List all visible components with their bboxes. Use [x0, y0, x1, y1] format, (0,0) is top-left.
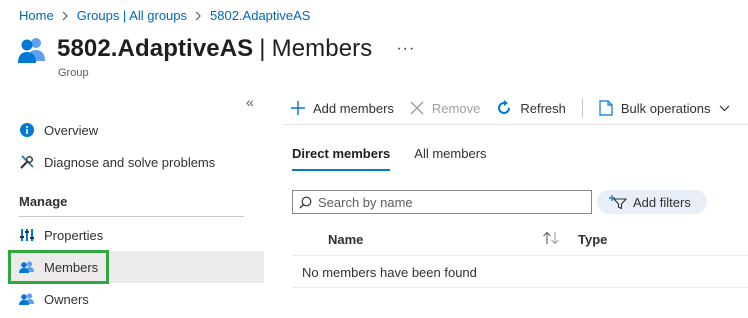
- document-icon: [599, 100, 613, 116]
- column-header-name[interactable]: Name: [328, 232, 363, 247]
- refresh-label: Refresh: [520, 100, 566, 116]
- toolbar-divider: [581, 98, 583, 118]
- refresh-button[interactable]: Refresh: [496, 100, 566, 116]
- more-options-button[interactable]: ···: [396, 40, 415, 58]
- tab-direct-members[interactable]: Direct members: [292, 146, 391, 171]
- sidebar-item-owners[interactable]: Owners: [8, 283, 264, 315]
- toolbar-rule: [284, 124, 748, 125]
- add-filters-label: Add filters: [633, 194, 691, 210]
- group-icon: [17, 34, 47, 64]
- owners-icon: [18, 290, 36, 308]
- add-members-label: Add members: [313, 100, 394, 116]
- chevron-right-icon: [195, 11, 202, 21]
- command-bar: Add members Remove Refresh Bulk operatio…: [291, 96, 746, 120]
- page-title: 5802.AdaptiveAS | Members: [57, 35, 373, 62]
- info-icon: [18, 121, 36, 139]
- sidebar-item-diagnose[interactable]: Diagnose and solve problems: [8, 146, 264, 178]
- remove-button[interactable]: Remove: [410, 101, 480, 116]
- page-header: 5802.AdaptiveAS | Members ···: [17, 34, 415, 64]
- sidebar-item-label: Overview: [44, 122, 99, 138]
- sidebar-item-label: Owners: [44, 291, 89, 307]
- refresh-icon: [498, 100, 511, 114]
- sidebar-divider: [19, 216, 244, 217]
- chevron-down-icon: [719, 105, 729, 111]
- search-box: [292, 190, 592, 214]
- bulk-operations-button[interactable]: Bulk operations: [599, 100, 730, 116]
- highlight-box: [8, 250, 109, 284]
- search-input[interactable]: [318, 194, 578, 210]
- breadcrumb-home[interactable]: Home: [19, 8, 54, 23]
- member-tabs: Direct members All members: [292, 146, 511, 171]
- tab-all-members[interactable]: All members: [414, 146, 486, 171]
- breadcrumb-group[interactable]: 5802.AdaptiveAS: [210, 8, 310, 23]
- sidebar-item-overview[interactable]: Overview: [8, 114, 264, 146]
- sort-icon[interactable]: [542, 231, 560, 248]
- page-subtitle: Group: [58, 67, 89, 79]
- properties-icon: [18, 226, 36, 244]
- search-icon: [299, 196, 312, 208]
- remove-label: Remove: [431, 100, 481, 116]
- wrench-icon: [18, 153, 36, 171]
- chevron-right-icon: [62, 11, 69, 21]
- add-filter-icon: [609, 195, 627, 209]
- table-row-rule: [292, 287, 748, 288]
- add-members-button[interactable]: Add members: [291, 101, 394, 116]
- sidebar-item-label: Properties: [44, 227, 104, 243]
- close-icon: [410, 101, 424, 115]
- column-header-type[interactable]: Type: [578, 232, 607, 247]
- add-filters-button[interactable]: Add filters: [597, 190, 707, 214]
- sidebar-item-label: Diagnose and solve problems: [44, 154, 216, 170]
- sidebar-item-properties[interactable]: Properties: [8, 219, 264, 251]
- plus-icon: [291, 101, 305, 115]
- breadcrumb: Home Groups | All groups 5802.AdaptiveAS: [19, 8, 310, 23]
- empty-state-message: No members have been found: [302, 265, 477, 280]
- table-header-rule: [292, 255, 748, 256]
- collapse-sidebar-button[interactable]: «: [246, 94, 254, 110]
- breadcrumb-groups[interactable]: Groups | All groups: [77, 8, 187, 23]
- sidebar-section-manage: Manage: [19, 194, 68, 209]
- bulk-operations-label: Bulk operations: [620, 100, 711, 116]
